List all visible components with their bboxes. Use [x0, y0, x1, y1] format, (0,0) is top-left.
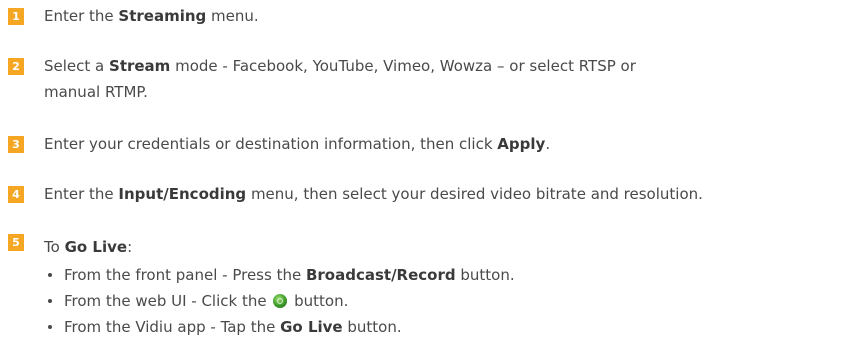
step-number-badge: 4: [8, 186, 24, 203]
go-live-label: Go Live: [64, 238, 128, 256]
step-text: Enter your credentials or destination in…: [44, 135, 551, 153]
go-live-options: From the front panel - Press the Broadca…: [44, 262, 850, 340]
mode-name: Stream: [109, 57, 171, 75]
step-3: 3 Enter your credentials or destination …: [8, 131, 850, 157]
list-item: From the web UI - Click the button.: [44, 288, 850, 314]
button-name: Broadcast/Record: [305, 266, 456, 284]
step-number-badge: 1: [8, 8, 24, 25]
bullet-icon: [48, 273, 52, 277]
step-number-badge: 3: [8, 136, 24, 153]
step-5: 5 To Go Live:: [8, 234, 850, 260]
step-text: To Go Live:: [44, 238, 133, 256]
step-2: 2 Select a Stream mode - Facebook, YouTu…: [8, 53, 850, 105]
instruction-steps: 1 Enter the Streaming menu. 2 Select a S…: [0, 0, 858, 351]
step-number-badge: 5: [8, 234, 24, 251]
step-1: 1 Enter the Streaming menu.: [8, 3, 850, 29]
menu-name: Streaming: [118, 7, 207, 25]
go-live-icon: [273, 294, 288, 308]
list-item: From the Vidiu app - Tap the Go Live but…: [44, 314, 850, 340]
bullet-icon: [48, 325, 52, 329]
step-text: Select a Stream mode - Facebook, YouTube…: [44, 57, 636, 101]
step-text: Enter the Input/Encoding menu, then sele…: [44, 185, 703, 203]
apply-label: Apply: [497, 135, 546, 153]
bullet-icon: [48, 299, 52, 303]
step-text: Enter the Streaming menu.: [44, 7, 259, 25]
list-item: From the front panel - Press the Broadca…: [44, 262, 850, 288]
step-4: 4 Enter the Input/Encoding menu, then se…: [8, 181, 850, 207]
button-name: Go Live: [280, 318, 343, 336]
menu-name: Input/Encoding: [118, 185, 247, 203]
step-number-badge: 2: [8, 58, 24, 75]
